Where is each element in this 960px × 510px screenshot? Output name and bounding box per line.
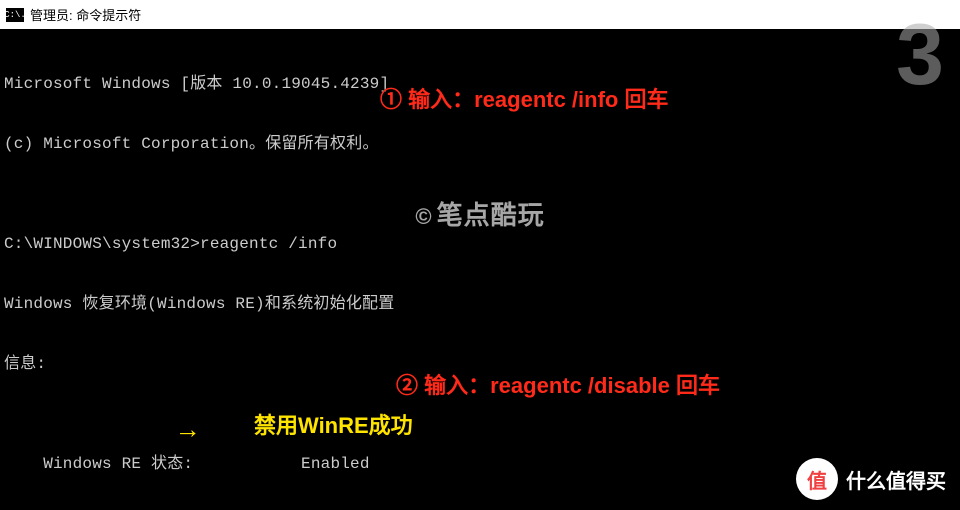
prompt-line: C:\WINDOWS\system32>reagentc /info xyxy=(4,234,956,254)
out-line: (c) Microsoft Corporation。保留所有权利。 xyxy=(4,134,956,154)
titlebar[interactable]: C:\. 管理员: 命令提示符 xyxy=(0,0,960,30)
center-watermark: ©笔点酷玩 xyxy=(0,195,960,232)
annotation-step-1: ① 输入：reagentc /info 回车 xyxy=(380,82,668,114)
step-number-watermark: 3 xyxy=(896,6,944,105)
annotation-step-2: ② 输入：reagentc /disable 回车 xyxy=(396,368,720,400)
logo-text: 什么值得买 xyxy=(846,465,946,494)
arrow-icon: → xyxy=(180,416,196,446)
out-line: Windows 恢复环境(Windows RE)和系统初始化配置 xyxy=(4,294,956,314)
copyright-icon: © xyxy=(415,204,432,229)
window-title: 管理员: 命令提示符 xyxy=(30,5,141,24)
brand-watermark: 值 什么值得买 xyxy=(796,458,946,500)
logo-icon: 值 xyxy=(796,458,838,500)
command-prompt-window: C:\. 管理员: 命令提示符 Microsoft Windows [版本 10… xyxy=(0,0,960,510)
watermark-text: 笔点酷玩 xyxy=(437,200,545,230)
annotation-success: 禁用WinRE成功 xyxy=(254,408,413,440)
cmd-icon: C:\. xyxy=(6,8,24,22)
